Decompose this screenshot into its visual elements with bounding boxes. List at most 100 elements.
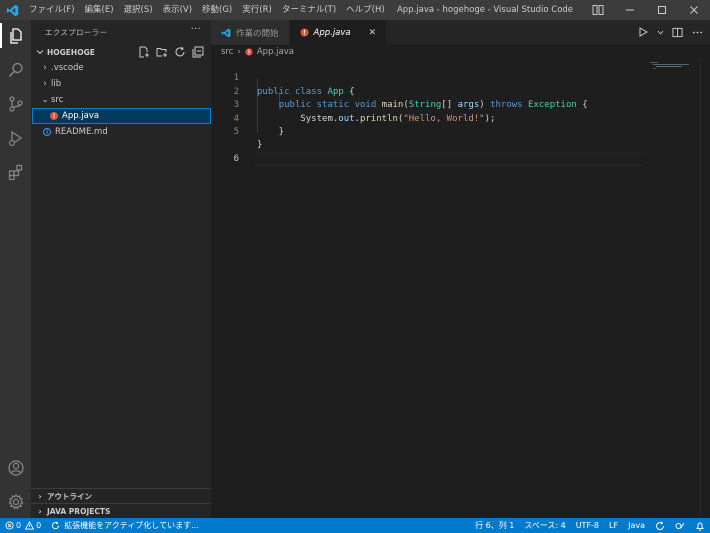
tab-getting-started[interactable]: 作業の開始 [211, 20, 290, 45]
warning-icon [25, 521, 35, 530]
sidebar-bottom-sections: › アウトライン › JAVA PROJECTS [31, 488, 211, 518]
breadcrumb: src › App.java [211, 45, 710, 59]
tree-item-label: src [51, 95, 64, 105]
notifications-bell-icon[interactable] [690, 518, 710, 533]
activation-text: 拡張機能をアクティブ化しています... [64, 521, 199, 530]
tree-item-vscode-folder[interactable]: › .vscode [31, 60, 211, 76]
menu-go[interactable]: 移動(G) [197, 0, 237, 20]
new-file-icon[interactable] [137, 45, 151, 59]
workspace-section-header[interactable]: HOGEHOGE [31, 44, 211, 60]
settings-gear-icon[interactable] [0, 486, 31, 517]
run-dropdown-chevron-icon[interactable] [656, 24, 664, 40]
tree-item-src-folder[interactable]: ⌄ src [31, 92, 211, 108]
cursor-position[interactable]: 行 6、列 1 [470, 518, 519, 533]
activity-bar [0, 20, 31, 518]
status-bar: 0 0 拡張機能をアクティブ化しています... 行 6、列 1 スペース: 4 … [0, 518, 710, 533]
new-folder-icon[interactable] [155, 45, 169, 59]
java-projects-section-header[interactable]: › JAVA PROJECTS [31, 503, 211, 518]
vscode-tab-icon [221, 28, 231, 38]
encoding[interactable]: UTF-8 [571, 518, 604, 533]
menu-edit[interactable]: 編集(E) [80, 0, 119, 20]
layout-toggle-icon[interactable] [590, 2, 606, 18]
status-right: 行 6、列 1 スペース: 4 UTF-8 LF Java [470, 518, 710, 533]
chevron-down-icon [35, 48, 45, 56]
chevron-right-icon: › [38, 491, 42, 501]
account-icon[interactable] [0, 452, 31, 483]
explorer-more-button[interactable]: ··· [191, 24, 201, 35]
error-badge-icon: ! [50, 112, 58, 120]
error-file-icon [245, 48, 253, 56]
code-line-4: 4 } [211, 99, 646, 137]
code-line-6: 6 [211, 126, 646, 167]
tree-item-readme[interactable]: i README.md [31, 124, 211, 140]
source-control-icon[interactable] [0, 88, 31, 119]
end-of-line[interactable]: LF [604, 518, 623, 533]
menu-run[interactable]: 実行(R) [237, 0, 277, 20]
tree-item-app-java[interactable]: ! App.java [32, 108, 211, 124]
code-text: } [257, 140, 263, 151]
run-debug-icon[interactable] [0, 122, 31, 153]
code-line-3: 3 System.out.println("Hello, World!"); [211, 86, 646, 123]
editor-actions [636, 24, 704, 40]
breadcrumb-src[interactable]: src [221, 47, 233, 57]
current-line-highlight [255, 152, 645, 167]
tree-item-label: .vscode [51, 63, 84, 73]
close-tab-icon[interactable]: ✕ [369, 28, 377, 38]
more-actions-icon[interactable] [690, 24, 704, 40]
chevron-down-icon: ⌄ [41, 95, 49, 105]
title-bar: ファイル(F) 編集(E) 選択(S) 表示(V) 移動(G) 実行(R) ター… [0, 0, 710, 20]
error-icon [5, 521, 14, 530]
menu-file[interactable]: ファイル(F) [24, 0, 80, 20]
problems-indicator[interactable]: 0 0 [0, 518, 46, 533]
chevron-right-icon: › [43, 79, 47, 89]
tab-label: App.java [313, 27, 351, 38]
minimize-icon[interactable] [614, 0, 646, 20]
status-left: 0 0 拡張機能をアクティブ化しています... [0, 518, 204, 533]
code-line-1: 1 public class App { [211, 59, 646, 96]
code-editor[interactable]: 1 public class App { 2 public static voi… [211, 59, 710, 518]
search-icon[interactable] [0, 54, 31, 85]
error-file-icon [299, 28, 309, 37]
tree-item-label: App.java [62, 111, 100, 121]
warning-count: 0 [36, 521, 42, 530]
tree-item-label: lib [51, 79, 62, 89]
extensions-icon[interactable] [0, 156, 31, 187]
extension-activation-status[interactable]: 拡張機能をアクティブ化しています... [46, 518, 204, 533]
tree-item-lib-folder[interactable]: › lib [31, 76, 211, 92]
error-count: 0 [16, 521, 22, 530]
refresh-icon[interactable] [173, 45, 187, 59]
info-file-icon: i [43, 128, 51, 136]
menu-bar: ファイル(F) 編集(E) 選択(S) 表示(V) 移動(G) 実行(R) ター… [24, 0, 390, 20]
language-mode[interactable]: Java [623, 518, 650, 533]
maximize-icon[interactable] [646, 0, 678, 20]
feedback-icon[interactable] [670, 518, 690, 533]
explorer-title: エクスプローラー [45, 27, 108, 37]
java-status-icon[interactable] [650, 518, 670, 533]
sync-spinner-icon [52, 521, 60, 530]
chevron-right-icon: › [43, 63, 47, 73]
window-controls [614, 0, 710, 20]
line-number: 6 [233, 153, 239, 164]
tab-app-java[interactable]: App.java ✕ [289, 20, 388, 45]
outline-section-header[interactable]: › アウトライン [31, 488, 211, 503]
breadcrumb-separator-icon: › [237, 47, 241, 57]
close-window-icon[interactable] [678, 0, 710, 20]
menu-selection[interactable]: 選択(S) [119, 0, 158, 20]
editor-tabs: 作業の開始 App.java ✕ [211, 20, 710, 45]
collapse-all-icon[interactable] [191, 45, 205, 59]
run-file-icon[interactable] [636, 24, 650, 40]
vscode-logo-icon[interactable] [0, 0, 24, 20]
tab-label: 作業の開始 [236, 28, 279, 39]
vertical-scrollbar[interactable] [700, 59, 710, 518]
indentation[interactable]: スペース: 4 [519, 518, 570, 533]
menu-terminal[interactable]: ターミナル(T) [277, 0, 341, 20]
menu-help[interactable]: ヘルプ(H) [341, 0, 390, 20]
code-line-5: 5 } [211, 113, 646, 150]
outline-label: アウトライン [47, 491, 92, 501]
menu-view[interactable]: 表示(V) [158, 0, 197, 20]
tree-item-label: README.md [55, 127, 108, 137]
minimap[interactable] [650, 61, 700, 71]
explorer-icon[interactable] [0, 20, 31, 51]
breadcrumb-app-java[interactable]: App.java [257, 47, 294, 57]
split-editor-icon[interactable] [670, 24, 684, 40]
